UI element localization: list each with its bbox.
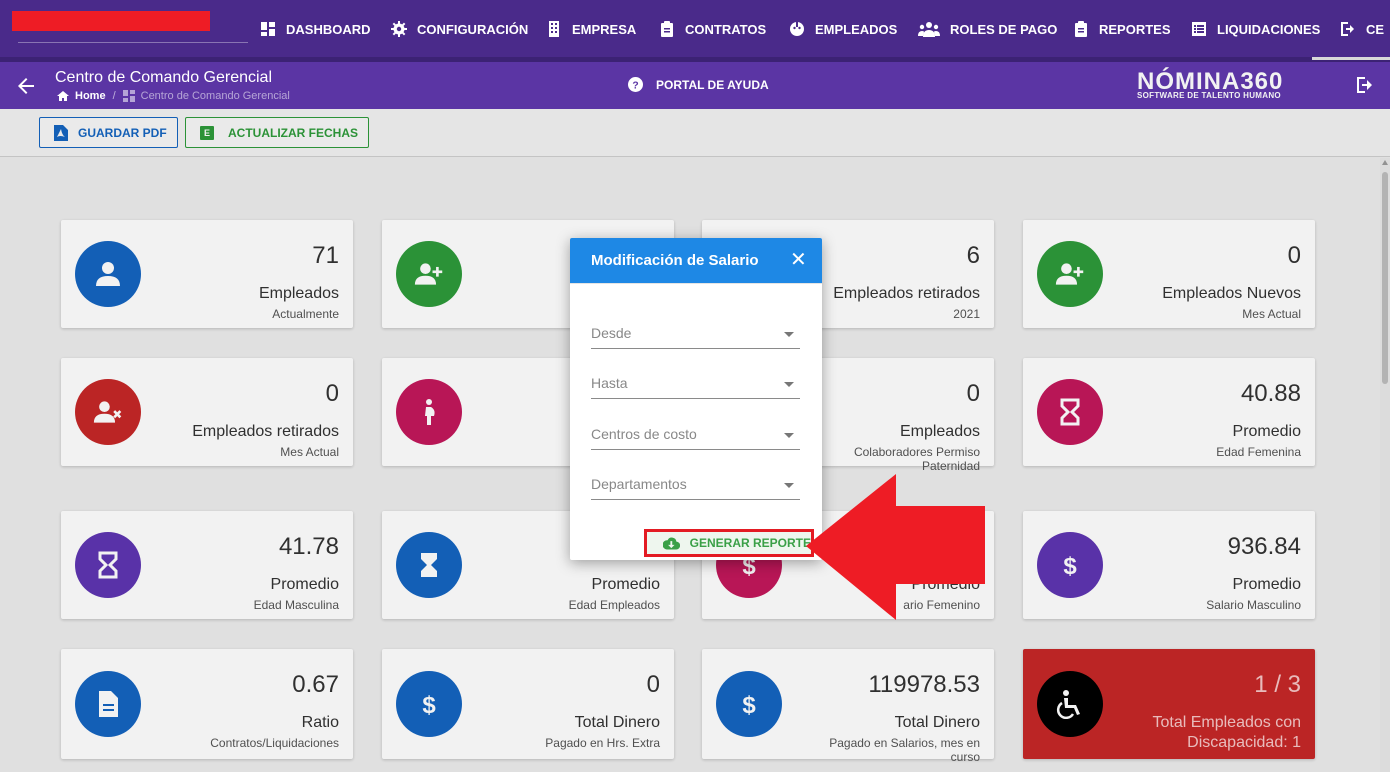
list-icon — [1190, 20, 1208, 38]
logo: NÓMINA360 SOFTWARE DE TALENTO HUMANO — [1137, 68, 1284, 100]
modal-divider — [570, 283, 822, 284]
page-header: Centro de Comando Gerencial Home / Centr… — [0, 62, 1390, 109]
back-arrow-icon[interactable] — [16, 76, 36, 96]
breadcrumb-current: Centro de Comando Gerencial — [140, 90, 290, 102]
nav-liquidaciones[interactable]: LIQUIDACIONES — [1190, 18, 1320, 40]
top-nav: DASHBOARD CONFIGURACIÓN EMPRESA CONTRATO… — [0, 0, 1390, 57]
clipboard-icon — [658, 20, 676, 38]
nav-dashboard[interactable]: DASHBOARD — [259, 18, 371, 40]
nav-roles-de-pago[interactable]: ROLES DE PAGO — [917, 18, 1057, 40]
desde-select[interactable]: Desde — [591, 323, 800, 349]
page-title: Centro de Comando Gerencial — [55, 69, 273, 86]
modal-header: Modificación de Salario ✕ — [570, 238, 822, 283]
gear-icon — [390, 20, 408, 38]
nav-contratos[interactable]: CONTRATOS — [658, 18, 766, 40]
report-icon — [1072, 20, 1090, 38]
chevron-down-icon — [784, 433, 794, 438]
nav-empresa[interactable]: EMPRESA — [545, 18, 636, 40]
chevron-down-icon — [784, 332, 794, 337]
departamentos-select[interactable]: Departamentos — [591, 474, 800, 500]
nav-reportes[interactable]: REPORTES — [1072, 18, 1171, 40]
chevron-down-icon — [784, 382, 794, 387]
user-select-underline — [18, 42, 248, 43]
red-pointer-arrow — [806, 474, 985, 620]
breadcrumb: Home / Centro de Comando Gerencial — [57, 90, 290, 102]
help-portal-link[interactable]: ? PORTAL DE AYUDA — [628, 77, 769, 92]
breadcrumb-home[interactable]: Home — [75, 90, 106, 102]
chevron-down-icon — [784, 483, 794, 488]
nav-cerrar-sesion[interactable]: CE — [1339, 18, 1384, 40]
nav-configuracion[interactable]: CONFIGURACIÓN — [390, 18, 528, 40]
face-icon — [788, 20, 806, 38]
building-icon — [545, 20, 563, 38]
home-icon — [57, 91, 69, 101]
breadcrumb-separator: / — [112, 90, 116, 102]
dashboard-icon — [259, 20, 277, 38]
logout-icon[interactable] — [1356, 76, 1374, 94]
breadcrumb-current-wrap: Centro de Comando Gerencial — [122, 90, 290, 102]
generate-report-button[interactable]: GENERAR REPORTE — [644, 529, 814, 557]
help-icon: ? — [628, 77, 643, 92]
nav-empleados[interactable]: EMPLEADOS — [788, 18, 897, 40]
salary-modal: Modificación de Salario ✕ Desde Hasta Ce… — [570, 238, 822, 560]
svg-text:?: ? — [632, 80, 638, 91]
centros-costo-select[interactable]: Centros de costo — [591, 424, 800, 450]
nav-active-underline — [1312, 57, 1390, 60]
cloud-download-icon — [663, 537, 680, 550]
hasta-select[interactable]: Hasta — [591, 373, 800, 399]
close-icon[interactable]: ✕ — [790, 250, 807, 270]
modal-title: Modificación de Salario — [591, 252, 759, 269]
logout-icon — [1339, 20, 1357, 38]
dashboard-icon — [122, 90, 135, 102]
redacted-user-block — [12, 11, 210, 31]
group-icon — [917, 20, 941, 38]
